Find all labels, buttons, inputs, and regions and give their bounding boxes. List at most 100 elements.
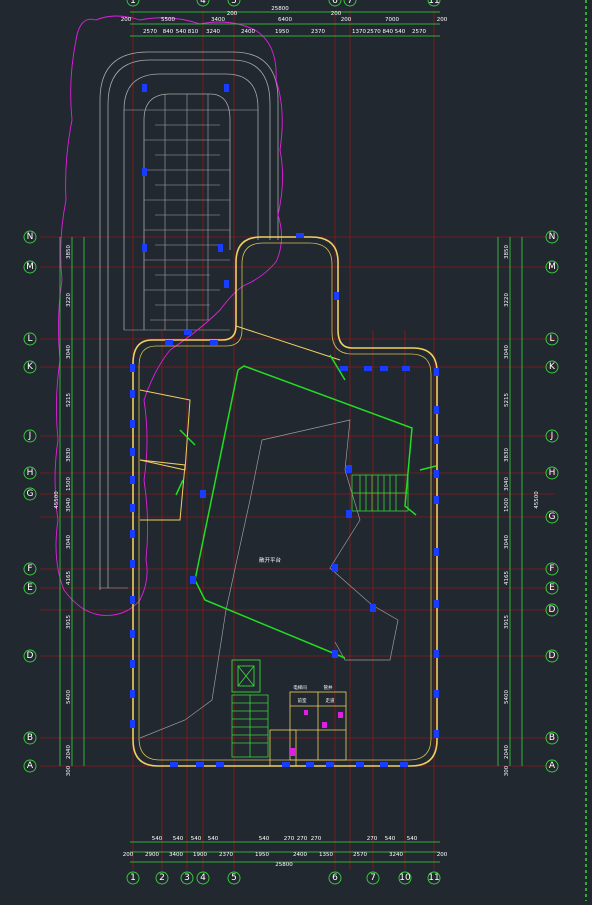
left-dim-11: 5400 [66, 690, 72, 704]
axis-bottom-1: 1 [130, 873, 136, 883]
axis-right-h: H [549, 468, 556, 478]
bottom-dim-r1-11: 540 [407, 836, 418, 842]
top-dim-4: 200 [227, 11, 238, 17]
top-dim-r2-2: 840 [163, 29, 174, 35]
bottom-dim-r1-8: 270 [311, 836, 322, 842]
top-dim-8: 7000 [385, 17, 399, 23]
axis-right-j: J [550, 431, 554, 441]
axis-bubbles-right [545, 230, 559, 773]
axis-left-d: D [27, 651, 34, 661]
top-dim-2: 5500 [161, 17, 175, 23]
axis-right-n: N [549, 232, 556, 242]
left-dim-8: 3040 [66, 535, 72, 549]
bottom-dim-r1-2: 540 [173, 836, 184, 842]
bottom-dim-r1-1: 540 [152, 836, 163, 842]
left-dim-1: 3850 [66, 245, 72, 259]
axis-bottom-10: 10 [399, 873, 411, 883]
axis-top-4: 4 [200, 0, 206, 6]
axis-left-h: H [27, 468, 34, 478]
right-dim-11: 5400 [504, 690, 510, 704]
right-dim-13: 300 [504, 765, 510, 776]
bottom-dim-r2-4: 1900 [193, 852, 207, 858]
top-dim-3: 3400 [211, 17, 225, 23]
stair-south [231, 694, 269, 758]
axis-left-a: A [27, 761, 34, 771]
axis-bubbles-left [23, 230, 37, 773]
axis-left-e: E [27, 583, 33, 593]
axis-right-e: E [549, 583, 555, 593]
axis-left-m: M [26, 262, 34, 272]
top-dim-r2-6: 2400 [241, 29, 255, 35]
right-total-dim: 45500 [534, 491, 540, 509]
bottom-dim-r1-10: 540 [385, 836, 396, 842]
axis-right-d2: D [549, 651, 556, 661]
bottom-dim-r2-2: 2900 [145, 852, 159, 858]
left-dim-9: 4165 [66, 571, 72, 585]
bottom-dim-r2-9: 2570 [353, 852, 367, 858]
left-dim-10: 3915 [66, 615, 72, 629]
axis-bottom-4: 4 [200, 873, 206, 883]
right-dim-10: 3915 [504, 615, 510, 629]
top-dim-r2-9: 1370 [352, 29, 366, 35]
top-total-dim: 25800 [271, 6, 289, 12]
axis-right-d1: D [549, 605, 556, 615]
axis-top-1: 1 [130, 0, 136, 6]
right-dim-8: 3040 [504, 535, 510, 549]
route-path [175, 354, 437, 659]
label-hall: 敞开平台 [259, 556, 282, 564]
axis-left-k: K [27, 362, 34, 372]
bottom-dim-r1-9: 270 [367, 836, 378, 842]
right-dim-4: 5215 [504, 393, 510, 407]
left-total-dim: 45500 [54, 491, 60, 509]
axis-bottom-5: 5 [231, 873, 237, 883]
bottom-dim-r1-4: 540 [208, 836, 219, 842]
cad-drawing-canvas[interactable]: 敞开平台 电梯间 管井 前室 走道 25800 200 5500 3400 20… [0, 0, 592, 901]
bottom-dim-r2-5: 2370 [219, 852, 233, 858]
top-dim-7: 200 [341, 17, 352, 23]
top-dim-r2-10: 2570 840 540 [367, 29, 406, 35]
elevator-shaft [231, 659, 261, 693]
axis-bottom-2: 2 [159, 873, 165, 883]
top-dim-1: 200 [121, 17, 132, 23]
right-dim-9: 4165 [504, 571, 510, 585]
right-dim-1: 3850 [504, 245, 510, 259]
right-dim-7: 1500 [504, 498, 510, 512]
bottom-dim-r1-3: 540 [191, 836, 202, 842]
axis-bottom-7: 7 [370, 873, 376, 883]
top-dim-r2-8: 2370 [311, 29, 325, 35]
axis-left-b: B [27, 733, 33, 743]
top-dim-r2-1: 2570 [143, 29, 157, 35]
top-dim-r2-5: 3240 [206, 29, 220, 35]
label-elevator: 电梯间 [293, 684, 307, 691]
axis-right-f: F [549, 564, 554, 574]
axis-right-b: B [549, 733, 555, 743]
right-dim-12: 2040 [504, 745, 510, 759]
bottom-dim-r2-1: 200 [123, 852, 134, 858]
inner-boundary-line [139, 419, 399, 739]
right-dim-2: 3220 [504, 293, 510, 307]
bottom-dim-r2-7: 2400 [293, 852, 307, 858]
floor-plan-drawing[interactable]: 敞开平台 电梯间 管井 前室 走道 25800 200 5500 3400 20… [0, 0, 592, 901]
axis-top-6: 6 [332, 0, 338, 6]
stair-east [351, 474, 409, 512]
axis-left-f: F [27, 564, 32, 574]
bottom-dim-r1-5: 540 [259, 836, 270, 842]
bottom-dim-r2-11: 200 [437, 852, 448, 858]
top-dim-r2-3: 540 [176, 29, 187, 35]
left-dim-5: 3830 [66, 448, 72, 462]
bottom-total-dim: 25800 [275, 862, 293, 868]
bottom-dim-r2-8: 1350 [319, 852, 333, 858]
revision-cloud [54, 15, 284, 616]
axis-bottom-3: 3 [184, 873, 190, 883]
axis-left-j: J [28, 431, 32, 441]
plan-labels: 敞开平台 电梯间 管井 前室 走道 [259, 556, 335, 704]
axis-left-g: G [27, 489, 34, 499]
axis-top-11: 11 [428, 0, 439, 6]
axis-top-5: 5 [231, 0, 237, 6]
right-dim-3: 3040 [504, 345, 510, 359]
axis-right-l: L [549, 334, 554, 344]
axis-right-a: A [549, 761, 556, 771]
left-dim-13: 300 [66, 765, 72, 776]
bottom-dim-r1-6: 270 [284, 836, 295, 842]
left-dim-3: 3040 [66, 345, 72, 359]
